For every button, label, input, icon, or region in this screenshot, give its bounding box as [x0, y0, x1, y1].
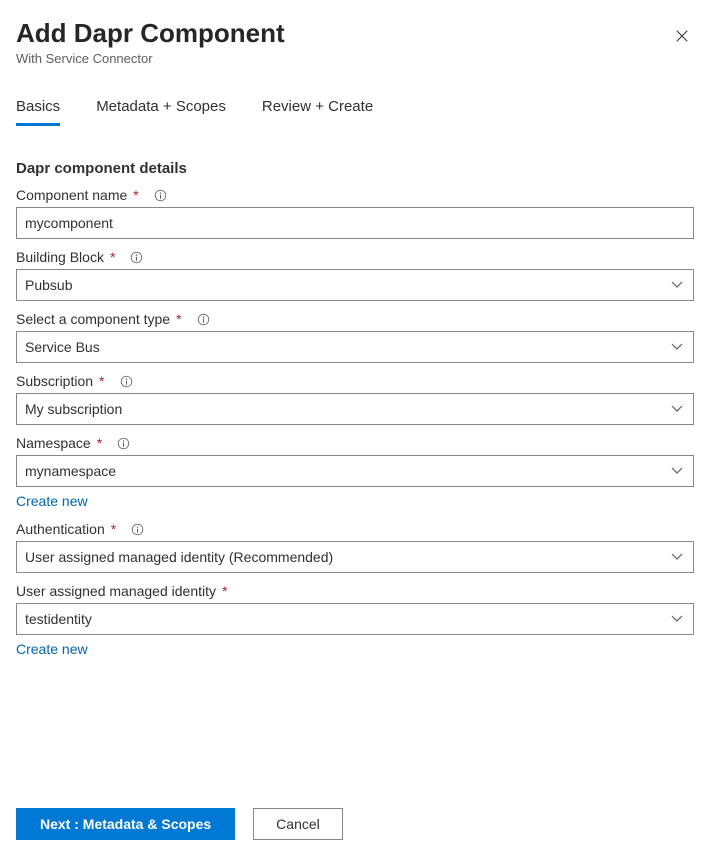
- cancel-button[interactable]: Cancel: [253, 808, 343, 840]
- namespace-create-new-link[interactable]: Create new: [16, 493, 88, 509]
- close-button[interactable]: [670, 24, 694, 48]
- info-icon[interactable]: [153, 188, 168, 203]
- tab-bar: Basics Metadata + Scopes Review + Create: [16, 98, 694, 126]
- panel-title: Add Dapr Component: [16, 18, 694, 49]
- tab-basics[interactable]: Basics: [16, 98, 60, 126]
- namespace-select[interactable]: mynamespace: [16, 455, 694, 487]
- info-icon[interactable]: [129, 250, 144, 265]
- component-name-input[interactable]: [16, 207, 694, 239]
- authentication-select[interactable]: User assigned managed identity (Recommen…: [16, 541, 694, 573]
- subscription-label: Subscription*: [16, 373, 694, 389]
- chevron-down-icon: [671, 279, 683, 291]
- chevron-down-icon: [671, 403, 683, 415]
- panel-subtitle: With Service Connector: [16, 51, 694, 66]
- namespace-label: Namespace*: [16, 435, 694, 451]
- uami-create-new-link[interactable]: Create new: [16, 641, 88, 657]
- authentication-label: Authentication*: [16, 521, 694, 537]
- building-block-label: Building Block*: [16, 249, 694, 265]
- info-icon[interactable]: [119, 374, 134, 389]
- component-type-select[interactable]: Service Bus: [16, 331, 694, 363]
- info-icon[interactable]: [116, 436, 131, 451]
- info-icon[interactable]: [196, 312, 211, 327]
- chevron-down-icon: [671, 341, 683, 353]
- uami-label: User assigned managed identity*: [16, 583, 694, 599]
- section-heading: Dapr component details: [16, 160, 694, 177]
- subscription-select[interactable]: My subscription: [16, 393, 694, 425]
- chevron-down-icon: [671, 551, 683, 563]
- info-icon[interactable]: [130, 522, 145, 537]
- close-icon: [675, 29, 689, 43]
- tab-review-create[interactable]: Review + Create: [262, 98, 373, 126]
- component-name-label: Component name*: [16, 187, 694, 203]
- component-type-label: Select a component type*: [16, 311, 694, 327]
- chevron-down-icon: [671, 613, 683, 625]
- next-button[interactable]: Next : Metadata & Scopes: [16, 808, 235, 840]
- uami-select[interactable]: testidentity: [16, 603, 694, 635]
- tab-metadata-scopes[interactable]: Metadata + Scopes: [96, 98, 226, 126]
- chevron-down-icon: [671, 465, 683, 477]
- building-block-select[interactable]: Pubsub: [16, 269, 694, 301]
